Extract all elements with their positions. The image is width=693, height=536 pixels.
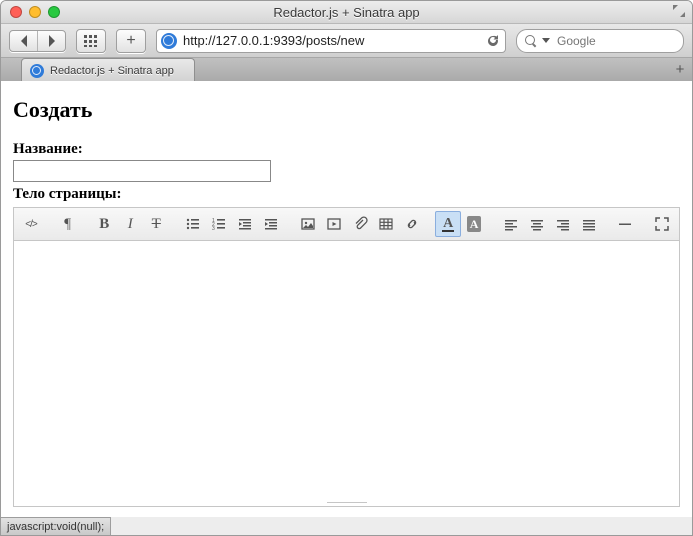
editor-image-button[interactable] — [295, 211, 321, 237]
url-text: http://127.0.0.1:9393/posts/new — [183, 33, 479, 48]
editor-fullscreen-button[interactable] — [649, 211, 675, 237]
browser-toolbar: + http://127.0.0.1:9393/posts/new — [1, 24, 692, 58]
editor-align-justify-button[interactable] — [576, 211, 602, 237]
name-field-label: Название: — [13, 141, 680, 158]
editor-strike-button[interactable]: T — [143, 211, 169, 237]
search-icon — [525, 35, 537, 47]
editor-toolbar: </> ¶ B I T 123 — [14, 208, 679, 241]
add-bookmark-button[interactable]: + — [116, 29, 146, 53]
editor-backcolor-button[interactable]: A — [461, 211, 487, 237]
search-engine-dropdown-icon[interactable] — [542, 38, 550, 43]
close-window-button[interactable] — [10, 6, 22, 18]
tab-favicon-icon — [30, 64, 44, 78]
redactor-editor: </> ¶ B I T 123 — [13, 207, 680, 507]
editor-table-button[interactable] — [373, 211, 399, 237]
status-bar: javascript:void(null); — [1, 517, 111, 535]
page-content: Создать Название: Тело страницы: </> ¶ B — [1, 81, 692, 517]
editor-resize-handle[interactable] — [327, 502, 367, 507]
browser-window: Redactor.js + Sinatra app + http://127.0… — [0, 0, 693, 536]
editor-bold-button[interactable]: B — [91, 211, 117, 237]
editor-ol-button[interactable]: 123 — [206, 211, 232, 237]
window-titlebar: Redactor.js + Sinatra app — [1, 1, 692, 24]
search-field[interactable] — [516, 29, 684, 53]
editor-align-left-button[interactable] — [498, 211, 524, 237]
editor-align-center-button[interactable] — [524, 211, 550, 237]
editor-indent-button[interactable] — [258, 211, 284, 237]
minimize-window-button[interactable] — [29, 6, 41, 18]
fullscreen-corner-icon[interactable] — [672, 4, 686, 18]
name-input[interactable] — [13, 160, 271, 182]
tab-label: Redactor.js + Sinatra app — [50, 65, 174, 77]
browser-tab[interactable]: Redactor.js + Sinatra app — [21, 58, 195, 82]
forward-button[interactable] — [37, 31, 65, 51]
window-title: Redactor.js + Sinatra app — [1, 5, 692, 20]
editor-file-button[interactable] — [347, 211, 373, 237]
editor-video-button[interactable] — [321, 211, 347, 237]
editor-formatting-button[interactable]: ¶ — [55, 211, 81, 237]
editor-italic-button[interactable]: I — [117, 211, 143, 237]
editor-link-button[interactable] — [399, 211, 425, 237]
show-all-tabs-button[interactable] — [76, 29, 106, 53]
search-input[interactable] — [555, 33, 693, 49]
editor-fontcolor-button[interactable]: A — [435, 211, 461, 237]
nav-back-forward — [9, 30, 66, 52]
body-field-label: Тело страницы: — [13, 186, 680, 203]
editor-align-right-button[interactable] — [550, 211, 576, 237]
site-favicon-icon — [161, 33, 177, 49]
back-button[interactable] — [10, 31, 37, 51]
new-tab-button[interactable]: + — [672, 62, 688, 78]
editor-html-button[interactable]: </> — [18, 211, 44, 237]
status-text: javascript:void(null); — [7, 521, 104, 533]
editor-content-area[interactable] — [14, 241, 679, 507]
reload-button[interactable] — [485, 33, 501, 49]
editor-hr-button[interactable] — [612, 211, 638, 237]
address-bar[interactable]: http://127.0.0.1:9393/posts/new — [156, 29, 506, 53]
editor-ul-button[interactable] — [180, 211, 206, 237]
zoom-window-button[interactable] — [48, 6, 60, 18]
svg-text:3: 3 — [212, 226, 215, 232]
editor-outdent-button[interactable] — [232, 211, 258, 237]
window-controls — [10, 6, 60, 18]
page-heading: Создать — [13, 97, 680, 123]
tab-strip: Redactor.js + Sinatra app + — [1, 58, 692, 83]
